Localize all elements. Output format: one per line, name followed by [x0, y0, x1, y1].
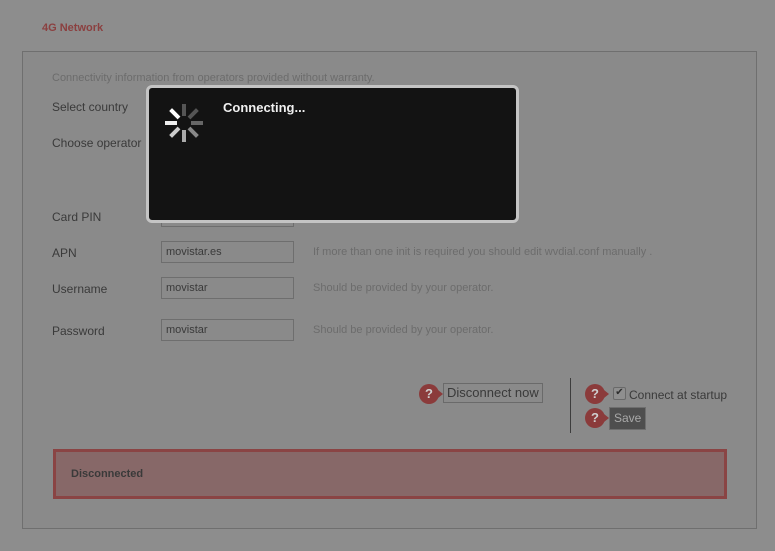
modal-title: Connecting... [223, 100, 306, 115]
status-text: Disconnected [71, 468, 144, 480]
username-hint: Should be provided by your operator. [313, 282, 494, 294]
status-box [53, 449, 727, 499]
spinner-icon [165, 104, 203, 142]
help-icon-disconnect[interactable]: ? [419, 384, 443, 404]
username-label: Username [52, 282, 108, 296]
checkmark-icon: ✔ [615, 387, 624, 398]
connect-at-startup-label: Connect at startup [629, 388, 728, 402]
username-input[interactable] [161, 277, 294, 299]
password-hint: Should be provided by your operator. [313, 324, 494, 336]
vertical-divider [570, 378, 571, 433]
disclaimer-text: Connectivity information from operators … [52, 72, 375, 84]
country-label: Select country [52, 100, 129, 114]
connect-at-startup-checkbox[interactable]: ✔ [613, 387, 626, 400]
help-icon-startup[interactable]: ? [585, 384, 609, 404]
operator-label: Choose operator [52, 136, 142, 150]
page-title: 4G Network [42, 22, 104, 34]
help-icon-save[interactable]: ? [585, 408, 609, 428]
apn-input[interactable] [161, 241, 294, 263]
password-label: Password [52, 324, 105, 338]
save-button[interactable]: Save [609, 407, 647, 430]
disconnect-button[interactable]: Disconnect now [443, 383, 543, 403]
password-input[interactable] [161, 319, 294, 341]
apn-label: APN [52, 246, 77, 260]
apn-hint: If more than one init is required you sh… [313, 246, 653, 258]
pin-label: Card PIN [52, 210, 102, 224]
